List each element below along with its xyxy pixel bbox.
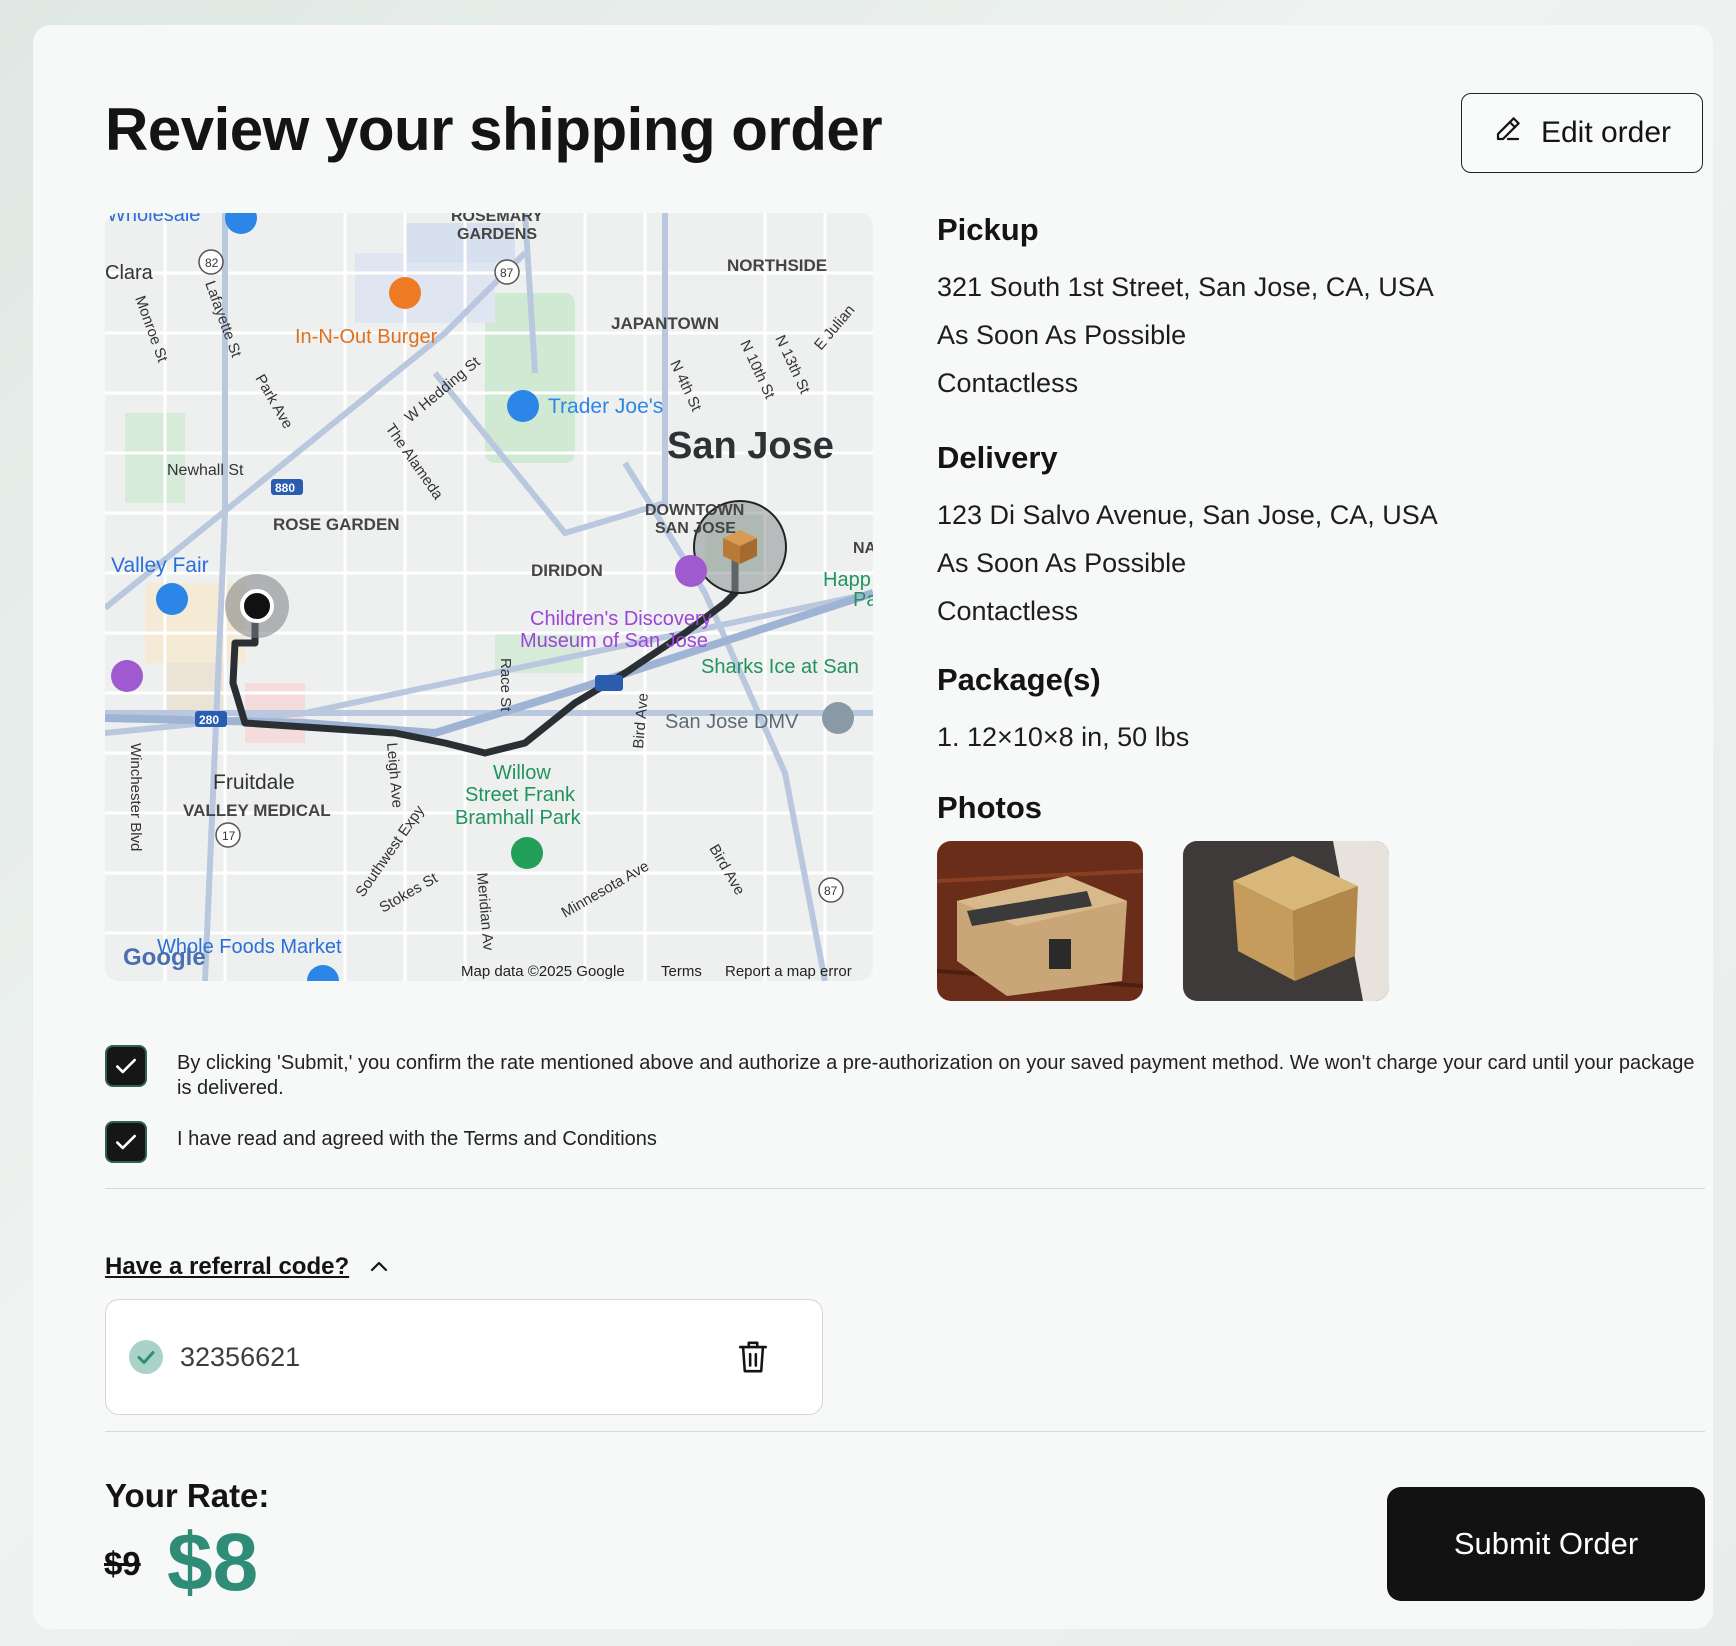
- preauth-text: By clicking 'Submit,' you confirm the ra…: [177, 1052, 1695, 1099]
- order-review-card: Review your shipping order Edit order Wh…: [33, 25, 1713, 1629]
- check-circle-icon: [129, 1340, 163, 1374]
- referral-code-field[interactable]: 32356621: [105, 1299, 823, 1415]
- map-label: Pa: [853, 589, 873, 611]
- map-label: ROSEMARY: [451, 213, 543, 225]
- map-label: JAPANTOWN: [611, 314, 719, 333]
- delivery-timing: As Soon As Possible: [937, 548, 1187, 578]
- map-label: NORTHSIDE: [727, 256, 827, 275]
- map-label: Winchester Blvd: [127, 743, 144, 851]
- map-label: Willow: [493, 762, 551, 784]
- terms-text: I have read and agreed with the Terms an…: [177, 1128, 657, 1150]
- map-label: Sharks Ice at San: [701, 656, 859, 678]
- map-label: 82: [205, 256, 219, 270]
- edit-order-button[interactable]: Edit order: [1461, 93, 1703, 173]
- map-report-link[interactable]: Report a map error: [725, 963, 852, 980]
- map-label: DIRIDON: [531, 561, 603, 580]
- map-label: In-N-Out Burger: [295, 326, 438, 348]
- map-label: SAN JOSE: [655, 520, 736, 537]
- checkmark-icon: [116, 1134, 136, 1150]
- map-label: Valley Fair: [111, 554, 209, 577]
- pickup-section: Pickup 321 South 1st Street, San Jose, C…: [937, 211, 1637, 407]
- edit-order-label: Edit order: [1540, 116, 1672, 149]
- checkmark-icon: [116, 1058, 136, 1074]
- rate-label: Your Rate:: [105, 1477, 270, 1514]
- agreement-terms: I have read and agreed with the Terms an…: [105, 1121, 1705, 1163]
- photos-heading: Photos: [937, 790, 1043, 825]
- map-label: Newhall St: [167, 462, 244, 479]
- divider: [105, 1431, 1705, 1432]
- map-label: ROSE GARDEN: [273, 515, 400, 534]
- submit-order-button[interactable]: Submit Order: [1387, 1487, 1705, 1601]
- map-label: 87: [824, 884, 838, 898]
- order-details: Pickup 321 South 1st Street, San Jose, C…: [937, 211, 1637, 1001]
- map-label: San Jose DMV: [665, 711, 799, 733]
- map-label: Race St: [497, 658, 514, 712]
- map-label: Happ: [823, 569, 871, 591]
- delivery-heading: Delivery: [937, 440, 1058, 475]
- map-label: Clara: [105, 262, 154, 284]
- page-title: Review your shipping order: [105, 96, 883, 163]
- map-label: 880: [275, 481, 295, 495]
- package-item: 1. 12×10×8 in, 50 lbs: [937, 722, 1190, 752]
- map-label: GARDENS: [457, 226, 537, 243]
- packages-heading: Package(s): [937, 662, 1101, 697]
- delivery-section: Delivery 123 Di Salvo Avenue, San Jose, …: [937, 439, 1637, 635]
- map-label: Wholesale: [107, 213, 200, 226]
- pickup-heading: Pickup: [937, 212, 1039, 247]
- pickup-address: 321 South 1st Street, San Jose, CA, USA: [937, 272, 1434, 302]
- map-label: Google: [123, 944, 206, 971]
- divider: [105, 1188, 1705, 1189]
- map-label: 280: [199, 713, 219, 727]
- map-terms-link[interactable]: Terms: [661, 963, 702, 980]
- package-photo[interactable]: [1183, 841, 1389, 1001]
- agreement-preauth: By clicking 'Submit,' you confirm the ra…: [105, 1045, 1705, 1101]
- packages-section: Package(s) 1. 12×10×8 in, 50 lbs: [937, 661, 1637, 761]
- photos-section: Photos: [937, 789, 1637, 1001]
- map-label: 87: [500, 266, 514, 280]
- map-label: NA: [853, 540, 873, 557]
- package-photo[interactable]: [937, 841, 1143, 1001]
- map-label: Fruitdale: [213, 771, 295, 794]
- map-label: DOWNTOWN: [645, 502, 744, 519]
- pickup-method: Contactless: [937, 368, 1079, 398]
- referral-toggle-label: Have a referral code?: [105, 1253, 350, 1280]
- route-map[interactable]: Wholesale ROSEMARY GARDENS NORTHSIDE Cla…: [105, 213, 873, 981]
- trash-icon[interactable]: [736, 1338, 770, 1376]
- discounted-price: $8: [167, 1517, 259, 1608]
- delivery-method: Contactless: [937, 596, 1079, 626]
- preauth-checkbox[interactable]: [105, 1045, 147, 1087]
- delivery-address: 123 Di Salvo Avenue, San Jose, CA, USA: [937, 500, 1438, 530]
- map-label: Children's Discovery: [530, 608, 712, 630]
- chevron-up-icon: [371, 1261, 388, 1272]
- referral-code-value: 32356621: [180, 1341, 301, 1372]
- map-label: Museum of San Jose: [520, 630, 708, 652]
- referral-toggle[interactable]: Have a referral code?: [105, 1253, 391, 1281]
- map-label: 17: [222, 829, 236, 843]
- map-label: Trader Joe's: [548, 395, 663, 418]
- original-price: $9: [104, 1545, 141, 1582]
- map-label: Street Frank: [465, 784, 576, 806]
- map-label: San Jose: [667, 425, 834, 467]
- pencil-icon: [1493, 114, 1523, 152]
- pickup-timing: As Soon As Possible: [937, 320, 1187, 350]
- map-label: Bramhall Park: [455, 807, 582, 829]
- terms-checkbox[interactable]: [105, 1121, 147, 1163]
- map-label: VALLEY MEDICAL: [183, 801, 331, 820]
- map-data-credit: Map data ©2025 Google: [461, 963, 625, 980]
